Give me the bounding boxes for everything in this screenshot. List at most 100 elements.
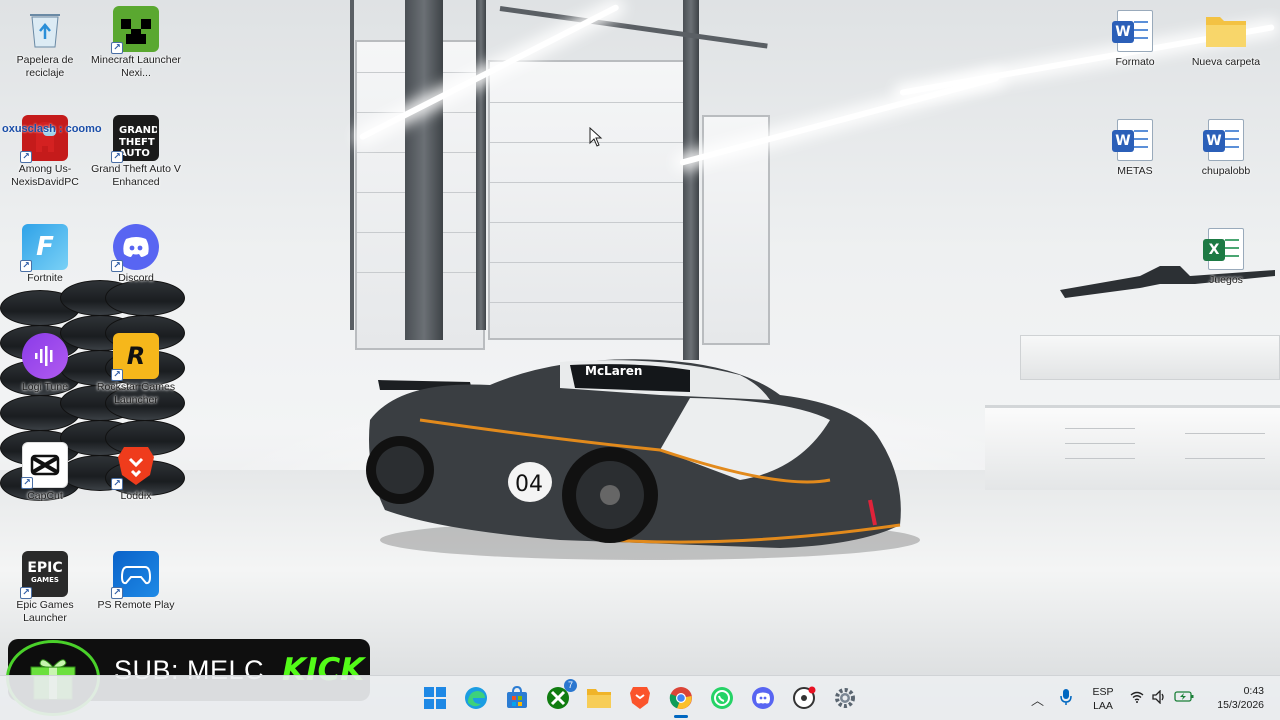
store-icon	[507, 686, 527, 708]
windows-start-icon	[424, 687, 446, 709]
nueva-carpeta-folder[interactable]: Nueva carpeta	[1180, 8, 1272, 69]
epic-games-icon: EPIC GAMES ↗	[20, 551, 68, 599]
wifi-icon[interactable]	[1130, 691, 1144, 703]
loddix-label: Loddix	[120, 490, 152, 502]
fortnite-icon: F ↗	[20, 224, 68, 272]
capcut-shortcut[interactable]: ↗ CapCut	[0, 442, 91, 503]
logi-tune-label: Logi Tune	[21, 381, 69, 393]
shortcut-arrow-icon: ↗	[21, 477, 33, 489]
discord-label: Discord	[118, 272, 154, 284]
obs-record-icon	[793, 686, 816, 709]
minecraft-label: Minecraft Launcher Nexi...	[91, 54, 181, 79]
language-primary: ESP	[1092, 686, 1114, 698]
folder-icon	[587, 689, 611, 708]
nueva-carpeta-label: Nueva carpeta	[1191, 56, 1261, 68]
taskbar-whatsapp[interactable]	[709, 685, 735, 711]
car-number: 04	[515, 472, 543, 497]
capcut-icon: ↗	[21, 442, 68, 489]
start-button[interactable]	[422, 685, 448, 711]
shortcut-arrow-icon: ↗	[111, 260, 123, 272]
car-brand-label: McLaren	[585, 364, 642, 378]
taskbar-edge[interactable]	[463, 685, 489, 711]
gear-icon	[835, 688, 855, 708]
shortcut-arrow-icon: ↗	[20, 151, 32, 163]
loddix-shortcut[interactable]: ↗ Loddix	[90, 442, 182, 503]
capcut-label: CapCut	[27, 490, 63, 502]
fortnite-label: Fortnite	[27, 272, 63, 284]
juegos-label: Juegos	[1209, 274, 1243, 286]
show-hidden-icons-chevron-icon[interactable]: ︿	[1031, 690, 1044, 709]
word-document-icon: W	[1112, 117, 1158, 163]
epic-games-shortcut[interactable]: EPIC GAMES ↗ Epic Games Launcher	[0, 551, 91, 625]
discord-icon: ↗	[111, 224, 159, 272]
clock[interactable]: 0:43 15/3/2026	[1200, 684, 1278, 712]
chupalobb-label: chupalobb	[1201, 165, 1251, 177]
juegos-spreadsheet[interactable]: X Juegos	[1180, 226, 1272, 287]
metas-document[interactable]: W METAS	[1089, 117, 1181, 178]
minecraft-shortcut[interactable]: ↗ Minecraft Launcher Nexi...	[90, 6, 182, 80]
input-language-indicator[interactable]: ESP LAA	[1088, 685, 1118, 713]
microphone-icon[interactable]	[1060, 689, 1072, 705]
shortcut-arrow-icon: ↗	[20, 260, 32, 272]
excel-spreadsheet-icon: X	[1203, 226, 1249, 272]
brave-lion-icon	[630, 687, 650, 709]
taskbar-store[interactable]	[504, 685, 530, 711]
ps-remote-play-shortcut[interactable]: ↗ PS Remote Play	[90, 551, 182, 612]
wallpaper-beam	[350, 0, 354, 330]
brave-lion-icon: ↗	[111, 442, 159, 490]
rockstar-label: Rockstar Games Launcher	[96, 381, 176, 406]
taskbar-chrome[interactable]	[668, 685, 694, 711]
metas-label: METAS	[1117, 165, 1153, 177]
ps-remote-play-label: PS Remote Play	[97, 599, 175, 611]
discord-icon	[752, 687, 774, 709]
whatsapp-icon	[711, 687, 733, 709]
folder-icon	[1203, 8, 1249, 54]
among-us-label: Among Us-NexisDavidPC	[11, 163, 79, 188]
recycle-bin-icon	[22, 6, 68, 52]
shortcut-arrow-icon: ↗	[111, 369, 123, 381]
taskbar-obs[interactable]	[791, 685, 817, 711]
taskbar-xbox[interactable]: 7	[545, 679, 577, 711]
logi-tune-icon	[22, 333, 68, 379]
taskbar-file-explorer[interactable]	[586, 685, 612, 711]
shortcut-arrow-icon: ↗	[111, 42, 123, 54]
rockstar-shortcut[interactable]: R ↗ Rockstar Games Launcher	[90, 333, 182, 407]
formato-label: Formato	[1115, 56, 1155, 68]
wallpaper-cabinet	[1020, 335, 1280, 380]
chrome-icon	[669, 687, 692, 709]
word-document-icon: W	[1112, 8, 1158, 54]
wallpaper-pillar	[683, 0, 699, 360]
wallpaper-garage-door	[488, 60, 698, 340]
fortnite-shortcut[interactable]: F ↗ Fortnite	[0, 224, 91, 285]
taskbar-brave[interactable]	[627, 685, 653, 711]
stream-chat-overlay: oxusclash : coomo	[2, 123, 102, 135]
rockstar-icon: R ↗	[111, 333, 159, 381]
clock-date: 15/3/2026	[1217, 699, 1264, 711]
wallpaper-pillar	[476, 0, 486, 330]
svg-text:GRAND: GRAND	[119, 125, 157, 136]
edge-icon	[465, 687, 487, 709]
chupalobb-document[interactable]: W chupalobb	[1180, 117, 1272, 178]
shortcut-arrow-icon: ↗	[20, 587, 32, 599]
taskbar-discord[interactable]	[750, 685, 776, 711]
recycle-bin-shortcut[interactable]: Papelera de reciclaje	[0, 6, 91, 80]
ps-remote-play-icon: ↗	[111, 551, 159, 599]
wallpaper-race-car: 04 McLaren	[366, 359, 920, 560]
recycle-bin-label: Papelera de reciclaje	[16, 54, 74, 79]
among-us-icon: ↗	[20, 115, 68, 163]
epic-games-label: Epic Games Launcher	[16, 599, 74, 624]
minecraft-icon: ↗	[111, 6, 159, 54]
discord-shortcut[interactable]: ↗ Discord	[90, 224, 182, 285]
battery-charging-icon[interactable]	[1174, 690, 1194, 702]
mouse-cursor-icon	[589, 127, 603, 147]
gta-label: Grand Theft Auto V Enhanced	[91, 163, 181, 188]
formato-document[interactable]: W Formato	[1089, 8, 1181, 69]
svg-text:AUTO: AUTO	[119, 148, 150, 159]
gta-shortcut[interactable]: GRAND THEFT AUTO ↗ Grand Theft Auto V Enha…	[90, 115, 182, 189]
speaker-icon[interactable]	[1152, 690, 1166, 704]
shortcut-arrow-icon: ↗	[111, 587, 123, 599]
wallpaper-pillar	[405, 0, 443, 340]
taskbar-settings[interactable]	[832, 685, 858, 711]
language-secondary: LAA	[1093, 700, 1113, 712]
logi-tune-shortcut[interactable]: Logi Tune	[0, 333, 91, 394]
